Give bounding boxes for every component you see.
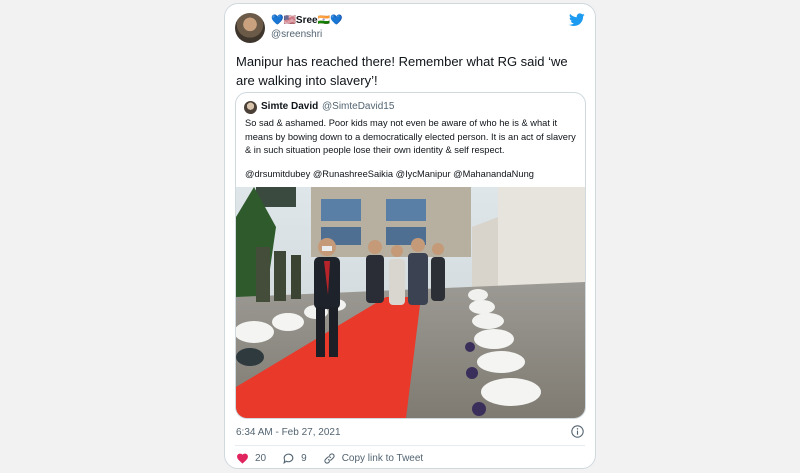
quoted-author-handle: @SimteDavid15 [322, 101, 395, 112]
tweet-actions: 20 9 Copy link to Tweet [236, 450, 439, 466]
quoted-tweet-text: So sad & ashamed. Poor kids may not even… [245, 118, 576, 155]
tweet-timestamp[interactable]: 6:34 AM - Feb 27, 2021 [236, 427, 341, 438]
author-display-name[interactable]: 💙🇺🇸Sree🇮🇳💙 [271, 15, 343, 26]
divider [235, 445, 585, 446]
tweet-card: 💙🇺🇸Sree🇮🇳💙 @sreenshri Manipur has reache… [224, 3, 596, 469]
copy-link-label: Copy link to Tweet [341, 452, 424, 464]
info-icon[interactable] [571, 425, 584, 438]
reply-button[interactable]: 9 [282, 452, 307, 465]
author-handle[interactable]: @sreenshri [271, 29, 322, 40]
copy-link-button[interactable]: Copy link to Tweet [323, 452, 424, 465]
twitter-bird-icon[interactable] [569, 13, 585, 27]
reply-icon [283, 453, 294, 464]
heart-icon [237, 453, 248, 464]
quoted-author-name: Simte David [261, 101, 319, 112]
tweet-text: Manipur has reached there! Remember what… [236, 54, 568, 88]
quoted-tweet-photo[interactable] [236, 187, 585, 418]
quoted-tweet[interactable]: Simte David @SimteDavid15 So sad & asham… [235, 92, 586, 419]
quoted-author-avatar [244, 101, 257, 114]
link-icon [324, 452, 335, 464]
like-button[interactable]: 20 [236, 452, 266, 465]
quoted-tweet-mentions: @drsumitdubey @RunashreeSaikia @IycManip… [245, 169, 534, 179]
author-avatar[interactable] [235, 13, 265, 43]
like-count: 20 [255, 452, 267, 464]
reply-count: 9 [301, 452, 307, 464]
